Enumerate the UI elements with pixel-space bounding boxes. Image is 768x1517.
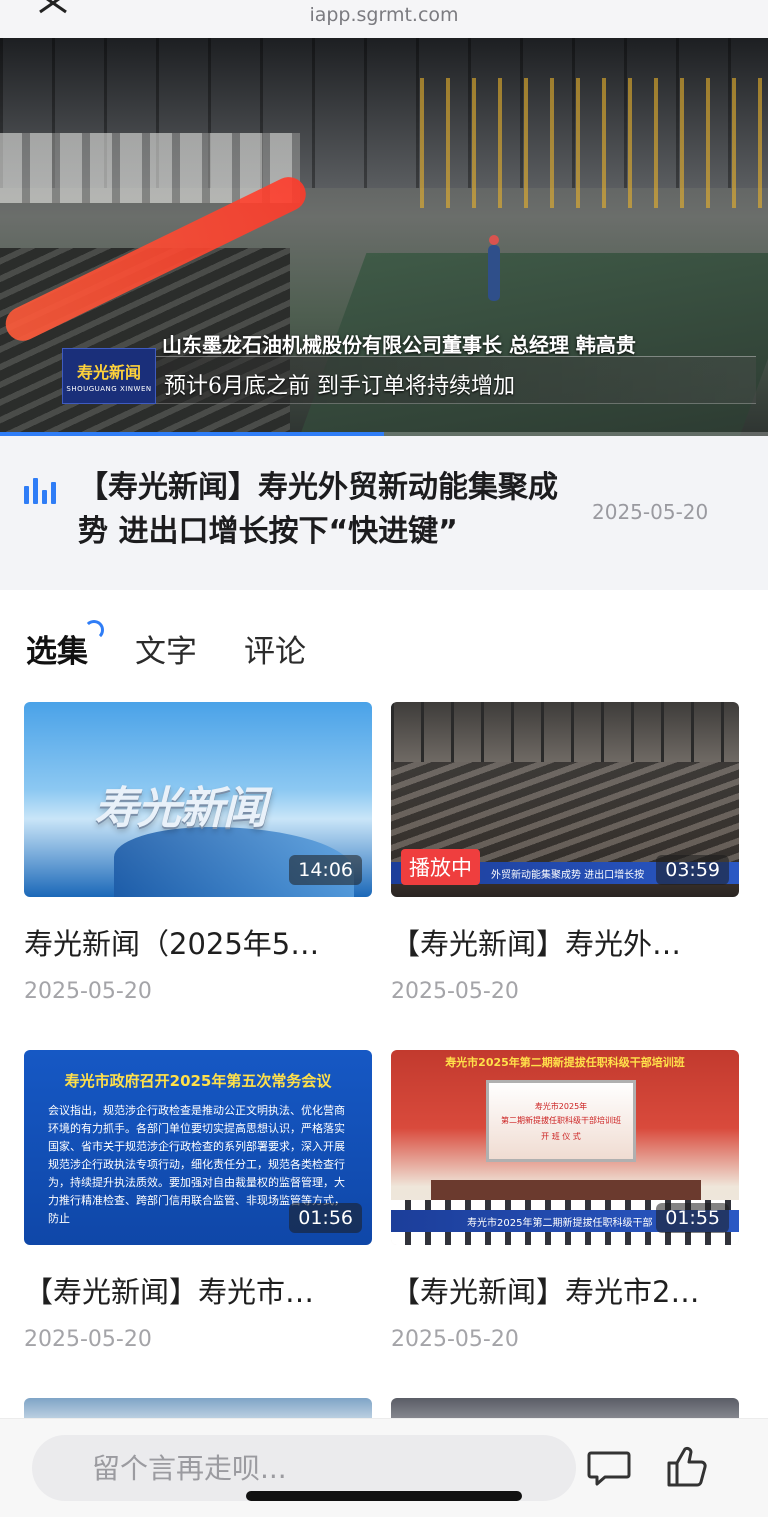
video-info: 【寿光新闻】寿光外贸新动能集聚成势 进出口增长按下“快进键” 2025-05-2… (0, 436, 768, 590)
caption-subtitle: 预计6月底之前 到手订单将持续增加 (164, 374, 515, 399)
worker-figure (488, 235, 500, 301)
thumbnail-table (431, 1180, 701, 1202)
episode-title[interactable]: 【寿光新闻】寿光外… (391, 921, 739, 963)
home-indicator (246, 1491, 522, 1501)
thumbnail-beams (391, 702, 739, 762)
thumbs-up-icon[interactable] (663, 1443, 711, 1491)
episode-card[interactable]: 寿光市2025年第二期新提拔任职科级干部培训班 寿光市2025年 第二期新提拔任… (391, 1050, 739, 1352)
episode-title[interactable]: 【寿光新闻】寿光市… (24, 1269, 372, 1311)
episode-title[interactable]: 寿光新闻（2025年5… (24, 921, 372, 963)
thumbnail-heading: 寿光市政府召开2025年第五次常务会议 (64, 1072, 332, 1090)
tab-episodes[interactable]: 选集 (26, 626, 88, 671)
episode-thumbnail[interactable]: 寿光市2025年第二期新提拔任职科级干部培训班 寿光市2025年 第二期新提拔任… (391, 1050, 739, 1245)
thumbnail-title: 寿光新闻 (94, 783, 267, 834)
episode-thumbnail[interactable]: 寿光新闻 14:06 (24, 702, 372, 897)
screen-line: 开 班 仪 式 (541, 1132, 581, 1141)
tab-comments[interactable]: 评论 (244, 626, 306, 671)
comment-icon[interactable] (585, 1443, 633, 1491)
news-logo-en: SHOUGUANG XINWEN (66, 385, 152, 393)
factory-railing (420, 78, 768, 208)
episode-thumbnail[interactable]: 寿光市政府召开2025年第五次常务会议 会议指出，规范涉企行政检查是推动公正文明… (24, 1050, 372, 1245)
content-tabs: 选集 文字 评论 (0, 620, 768, 680)
duration-badge: 01:56 (289, 1203, 362, 1233)
browser-top-bar: iapp.sgrmt.com (0, 0, 768, 38)
now-playing-badge: 播放中 (401, 849, 480, 885)
episode-date: 2025-05-20 (391, 979, 519, 1004)
episode-card[interactable]: 寿光市政府召开2025年第五次常务会议 会议指出，规范涉企行政检查是推动公正文明… (24, 1050, 372, 1352)
episode-date: 2025-05-20 (24, 979, 152, 1004)
video-player[interactable]: 寿光新闻 SHOUGUANG XINWEN 山东墨龙石油机械股份有限公司董事长 … (0, 38, 768, 436)
screen-line: 第二期新提拔任职科级干部培训班 (501, 1116, 621, 1125)
active-tab-indicator (84, 620, 104, 640)
thumbnail-screen: 寿光市2025年 第二期新提拔任职科级干部培训班 开 班 仪 式 (486, 1080, 636, 1162)
thumbnail-banner: 寿光市2025年第二期新提拔任职科级干部培训班 (445, 1056, 685, 1069)
video-date: 2025-05-20 (592, 500, 709, 524)
duration-badge: 01:55 (656, 1203, 729, 1233)
video-title: 【寿光新闻】寿光外贸新动能集聚成势 进出口增长按下“快进键” (78, 470, 558, 549)
episode-date: 2025-05-20 (391, 1327, 519, 1352)
episode-title[interactable]: 【寿光新闻】寿光市2… (391, 1269, 739, 1311)
news-logo-text: 寿光新闻 (76, 363, 141, 382)
duration-badge: 03:59 (656, 855, 729, 885)
episode-card[interactable]: 外贸新动能集聚成势 进出口增长按 播放中 03:59 【寿光新闻】寿光外… 20… (391, 702, 739, 1004)
screen-line: 寿光市2025年 (534, 1102, 588, 1111)
news-logo: 寿光新闻 SHOUGUANG XINWEN (62, 348, 156, 404)
caption-speaker: 山东墨龙石油机械股份有限公司董事长 总经理 韩高贵 (162, 333, 636, 357)
episode-thumbnail[interactable]: 外贸新动能集聚成势 进出口增长按 播放中 03:59 (391, 702, 739, 897)
episode-card[interactable]: 寿光新闻 14:06 寿光新闻（2025年5… 2025-05-20 (24, 702, 372, 1004)
duration-badge: 14:06 (289, 855, 362, 885)
comment-bar (0, 1418, 768, 1517)
tab-text[interactable]: 文字 (135, 626, 197, 671)
episode-date: 2025-05-20 (24, 1327, 152, 1352)
url-label[interactable]: iapp.sgrmt.com (0, 4, 768, 26)
